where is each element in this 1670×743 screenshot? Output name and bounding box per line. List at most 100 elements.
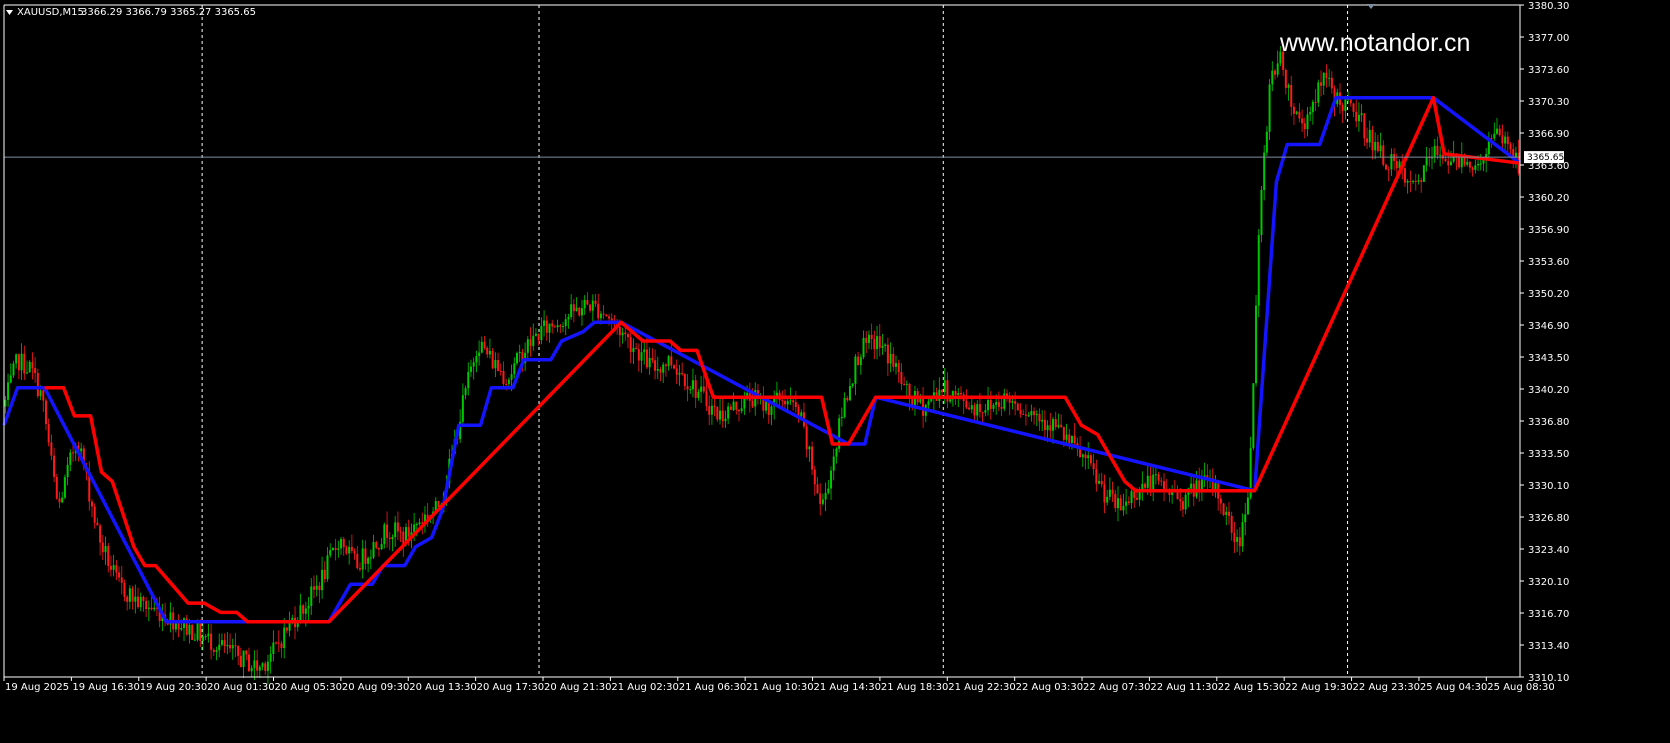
candle-body — [380, 544, 383, 550]
candle-body — [1103, 484, 1106, 503]
candle-body — [1057, 424, 1060, 428]
candle-body — [326, 555, 329, 580]
candle-body — [1098, 480, 1101, 484]
candle-body — [1390, 154, 1393, 170]
candle-body — [34, 368, 37, 374]
candle-body — [142, 596, 145, 601]
candle-body — [464, 388, 467, 396]
chart-header: XAUUSD,M15 3366.29 3366.79 3365.27 3365.… — [6, 7, 256, 18]
candle-body — [781, 400, 784, 402]
candle-body — [819, 493, 822, 504]
candle-body — [597, 303, 600, 319]
candle-body — [1349, 99, 1352, 104]
candle-body — [637, 349, 640, 361]
candle-body — [905, 383, 908, 385]
candle-body — [104, 546, 107, 553]
candle-body — [543, 320, 546, 326]
candle-body — [813, 469, 816, 485]
candle-body — [1374, 142, 1377, 151]
candle-body — [621, 332, 624, 336]
candle-body — [302, 605, 305, 614]
candle-body — [548, 323, 551, 333]
candle-body — [1284, 69, 1287, 88]
candle-body — [134, 596, 137, 602]
candle-body — [1068, 434, 1071, 443]
candle-body — [502, 370, 505, 384]
candle-body — [120, 577, 123, 583]
candle-body — [361, 548, 364, 570]
candle-body — [1035, 413, 1038, 416]
candle-body — [223, 640, 226, 647]
candle-body — [234, 645, 237, 647]
candle-body — [1033, 411, 1036, 416]
candle-body — [93, 506, 96, 523]
candle-body — [1125, 501, 1128, 506]
candle-body — [358, 568, 361, 570]
candle-body — [681, 373, 684, 375]
candle-body — [7, 382, 10, 400]
candle-body — [881, 345, 884, 348]
candle-body — [740, 408, 743, 412]
candle-body — [1238, 537, 1241, 547]
candle-body — [1449, 161, 1452, 166]
candle-body — [1154, 474, 1157, 476]
candle-body — [1106, 496, 1109, 503]
candle-body — [1477, 163, 1480, 166]
candle-body — [356, 553, 359, 569]
candle-body — [1498, 128, 1501, 136]
candle-body — [700, 386, 703, 392]
candle-body — [9, 375, 12, 383]
candle-body — [792, 400, 795, 403]
candle-body — [348, 546, 351, 554]
candle-body — [109, 565, 112, 570]
current-price-tag: 3365.65 — [1524, 151, 1564, 164]
candle-body — [857, 356, 860, 366]
candle-body — [1100, 480, 1103, 485]
x-tick-label: 22 Aug 03:30 — [1016, 682, 1083, 693]
candle-body — [1230, 515, 1233, 533]
candle-body — [1371, 129, 1374, 151]
candle-body — [1022, 413, 1025, 415]
candle-body — [204, 636, 207, 638]
candle-body — [499, 370, 502, 372]
candle-body — [207, 633, 210, 637]
candle-body — [1306, 114, 1309, 130]
candle-body — [968, 407, 971, 410]
candle-body — [973, 405, 976, 416]
candle-body — [239, 655, 242, 668]
candle-body — [1509, 144, 1512, 150]
candle-body — [123, 582, 126, 597]
y-tick-label: 3323.40 — [1528, 545, 1569, 556]
price-chart[interactable]: 3380.303377.003373.603370.303366.903363.… — [0, 0, 1670, 743]
candle-body — [886, 344, 889, 364]
candle-body — [851, 383, 854, 386]
candle-body — [497, 359, 500, 371]
candle-body — [1030, 411, 1033, 416]
candle-body — [415, 524, 418, 526]
candle-body — [61, 497, 64, 503]
candle-body — [280, 643, 283, 649]
candle-body — [1357, 115, 1360, 122]
candle-body — [559, 325, 562, 327]
candle-body — [145, 600, 148, 609]
candle-body — [1144, 483, 1147, 488]
candle-body — [691, 380, 694, 390]
candle-body — [832, 456, 835, 471]
candle-body — [139, 596, 142, 608]
candle-body — [534, 333, 537, 336]
candle-body — [529, 339, 532, 346]
candle-body — [47, 424, 50, 443]
x-tick-label: 25 Aug 08:30 — [1487, 682, 1554, 693]
candle-body — [505, 383, 508, 385]
candle-body — [372, 542, 375, 558]
candle-body — [626, 334, 629, 338]
candle-body — [1095, 469, 1098, 484]
candle-body — [903, 383, 906, 385]
candle-body — [1366, 138, 1369, 143]
candle-body — [1146, 475, 1149, 488]
candle-body — [1024, 414, 1027, 416]
candle-body — [518, 351, 521, 354]
candle-body — [594, 300, 597, 304]
candle-body — [1038, 413, 1041, 422]
candle-body — [575, 307, 578, 312]
